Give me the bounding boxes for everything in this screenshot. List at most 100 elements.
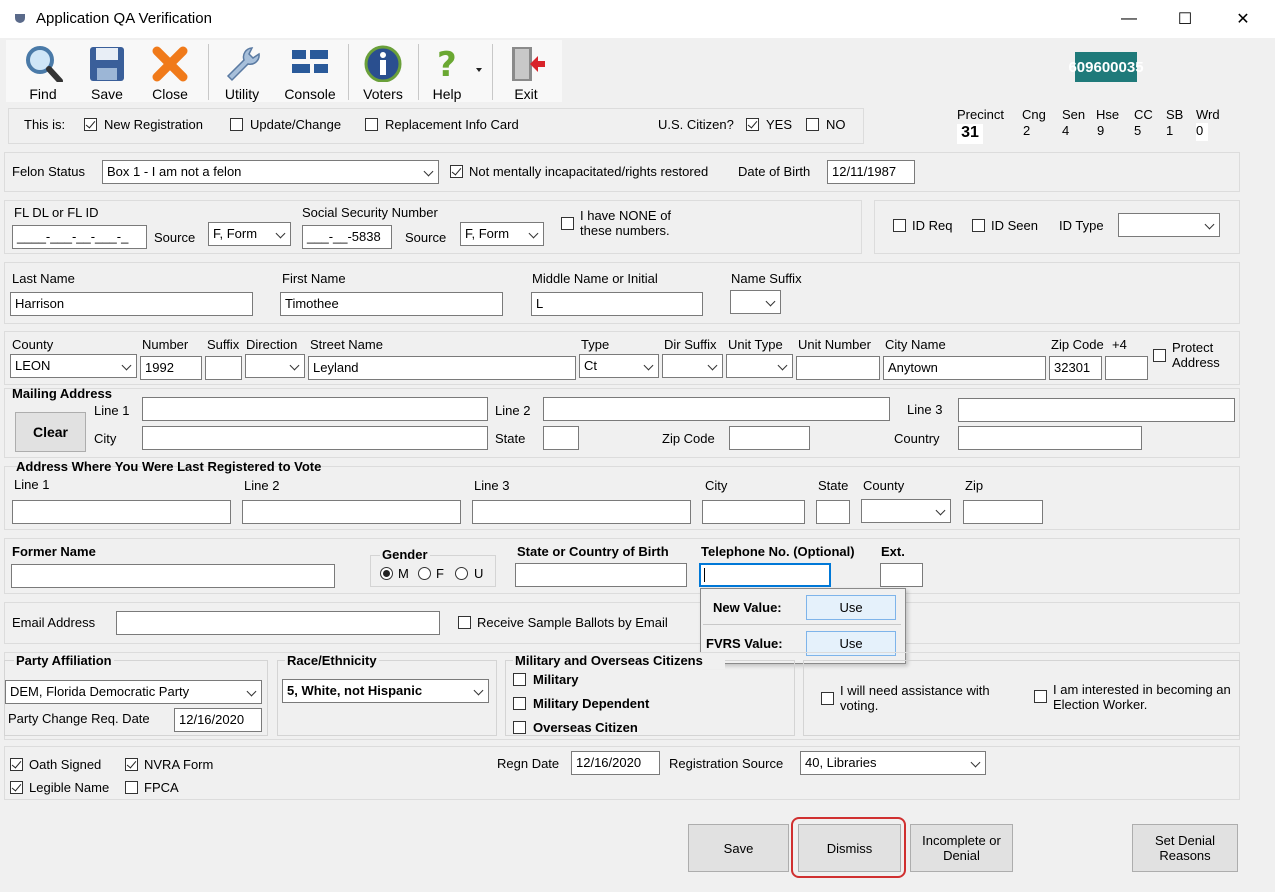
party-change-date-input[interactable]: 12/16/2020: [174, 708, 262, 732]
overseas-citizen-checkbox[interactable]: [513, 721, 526, 734]
last-reg-zip-input[interactable]: [963, 500, 1043, 524]
number-input[interactable]: 1992: [140, 356, 202, 380]
unit-type-dropdown[interactable]: [726, 354, 793, 378]
mailing-state-input[interactable]: [543, 426, 579, 450]
clear-mailing-button[interactable]: Clear: [15, 412, 86, 452]
email-input[interactable]: [116, 611, 440, 635]
dl-source-dropdown[interactable]: F, Form: [208, 222, 291, 246]
popup-divider: [703, 624, 901, 625]
city-name-input[interactable]: Anytown: [883, 356, 1046, 380]
race-dropdown[interactable]: 5, White, not Hispanic: [282, 679, 489, 703]
floppy-disk-icon: [90, 47, 124, 81]
incomplete-denial-button[interactable]: Incomplete or Denial: [910, 824, 1013, 872]
app-icon: [14, 12, 26, 24]
gender-u-radio[interactable]: [455, 567, 468, 580]
street-name-input[interactable]: Leyland: [308, 356, 576, 380]
birth-place-input[interactable]: [515, 563, 687, 587]
use-new-value-button[interactable]: Use: [806, 595, 896, 620]
former-name-input[interactable]: [11, 564, 335, 588]
mental-capacity-checkbox[interactable]: [450, 165, 463, 178]
middle-name-input[interactable]: L: [531, 292, 703, 316]
legible-name-checkbox[interactable]: [10, 781, 23, 794]
find-button[interactable]: Find: [18, 44, 68, 102]
id-seen-checkbox[interactable]: [972, 219, 985, 232]
citizen-no-checkbox[interactable]: [806, 118, 819, 131]
dob-input[interactable]: 12/11/1987: [827, 160, 915, 184]
id-type-dropdown[interactable]: [1118, 213, 1220, 237]
exit-button[interactable]: Exit: [502, 44, 550, 102]
protect-address-checkbox[interactable]: [1153, 349, 1166, 362]
help-dropdown-arrow-icon[interactable]: [476, 68, 482, 72]
last-reg-line2-input[interactable]: [242, 500, 461, 524]
new-registration-checkbox[interactable]: [84, 118, 97, 131]
ext-input[interactable]: [880, 563, 923, 587]
assistance-checkbox[interactable]: [821, 692, 834, 705]
toolbar-separator: [348, 44, 349, 100]
nvra-form-checkbox[interactable]: [125, 758, 138, 771]
suffix-input[interactable]: [205, 356, 242, 380]
oath-signed-checkbox[interactable]: [10, 758, 23, 771]
regn-date-input[interactable]: 12/16/2020: [571, 751, 660, 775]
military-dependent-checkbox[interactable]: [513, 697, 526, 710]
zip-plus4-input[interactable]: [1105, 356, 1148, 380]
voters-button[interactable]: Voters: [358, 44, 408, 102]
dl-input[interactable]: ____-___-__-___-_: [12, 225, 147, 249]
election-worker-checkbox[interactable]: [1034, 690, 1047, 703]
first-name-input[interactable]: Timothee: [280, 292, 503, 316]
registration-source-dropdown[interactable]: 40, Libraries: [800, 751, 986, 775]
update-change-checkbox[interactable]: [230, 118, 243, 131]
last-reg-line3-input[interactable]: [472, 500, 691, 524]
mailing-country-input[interactable]: [958, 426, 1142, 450]
ssn-source-dropdown[interactable]: F, Form: [460, 222, 544, 246]
toolbar-separator: [208, 44, 209, 100]
save-toolbar-button[interactable]: Save: [84, 44, 130, 102]
gender-label: Gender: [380, 547, 430, 562]
maximize-button[interactable]: ☐: [1162, 0, 1208, 38]
unit-number-input[interactable]: [796, 356, 880, 380]
mailing-line3-input[interactable]: [958, 398, 1235, 422]
last-reg-state-input[interactable]: [816, 500, 850, 524]
last-reg-line1-input[interactable]: [12, 500, 231, 524]
mailing-line2-input[interactable]: [543, 397, 890, 421]
mailing-city-input[interactable]: [142, 426, 488, 450]
direction-dropdown[interactable]: [245, 354, 305, 378]
felon-status-dropdown[interactable]: Box 1 - I am not a felon: [102, 160, 439, 184]
id-req-checkbox[interactable]: [893, 219, 906, 232]
close-window-button[interactable]: ✕: [1220, 0, 1266, 38]
name-suffix-dropdown[interactable]: [730, 290, 781, 314]
save-button[interactable]: Save: [688, 824, 789, 872]
utility-button[interactable]: Utility: [218, 44, 266, 102]
street-type-dropdown[interactable]: Ct: [579, 354, 659, 378]
console-label: Console: [284, 86, 336, 102]
console-button[interactable]: Console: [280, 44, 340, 102]
mailing-state-label: State: [495, 431, 526, 446]
close-x-icon: [152, 46, 188, 82]
fpca-checkbox[interactable]: [125, 781, 138, 794]
zip-code-input[interactable]: 32301: [1049, 356, 1102, 380]
last-reg-county-dropdown[interactable]: [861, 499, 951, 523]
no-numbers-checkbox[interactable]: [561, 217, 574, 230]
sen-header: Sen: [1062, 107, 1086, 122]
last-reg-city-input[interactable]: [702, 500, 805, 524]
replacement-card-checkbox[interactable]: [365, 118, 378, 131]
party-dropdown[interactable]: DEM, Florida Democratic Party: [5, 680, 262, 704]
minimize-button[interactable]: —: [1106, 0, 1152, 38]
mailing-zip-input[interactable]: [729, 426, 810, 450]
telephone-input[interactable]: [699, 563, 831, 587]
ssn-input[interactable]: ___-__-5838: [302, 225, 392, 249]
last-reg-zip-label: Zip: [965, 478, 984, 493]
military-checkbox[interactable]: [513, 673, 526, 686]
gender-m-radio[interactable]: [380, 567, 393, 580]
gender-f-radio[interactable]: [418, 567, 431, 580]
toolbar-separator: [418, 44, 419, 100]
mailing-line1-input[interactable]: [142, 397, 488, 421]
dir-suffix-dropdown[interactable]: [662, 354, 723, 378]
sample-ballot-checkbox[interactable]: [458, 616, 471, 629]
ext-label: Ext.: [881, 544, 905, 559]
citizen-yes-checkbox[interactable]: [746, 118, 759, 131]
county-dropdown[interactable]: LEON: [10, 354, 137, 378]
help-button[interactable]: ? Help: [424, 44, 470, 102]
close-toolbar-button[interactable]: Close: [146, 44, 194, 102]
last-name-input[interactable]: Harrison: [10, 292, 253, 316]
set-denial-reasons-button[interactable]: Set Denial Reasons: [1132, 824, 1238, 872]
